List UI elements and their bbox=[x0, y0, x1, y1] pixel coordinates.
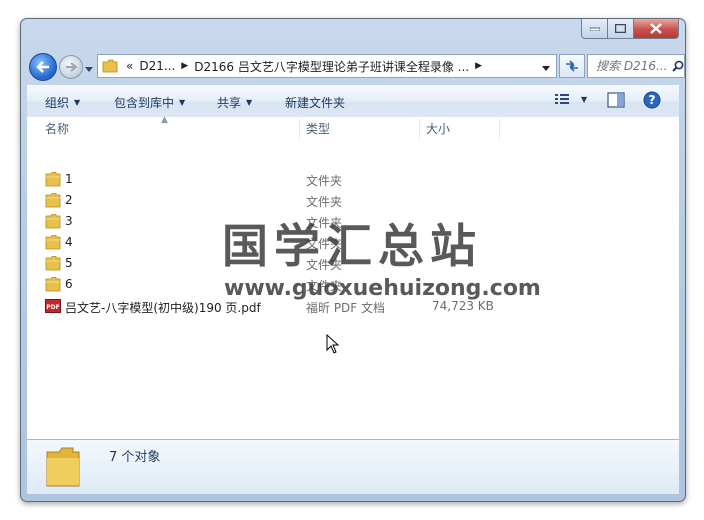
search-input[interactable] bbox=[594, 58, 672, 74]
column-divider[interactable] bbox=[299, 119, 300, 139]
breadcrumb-separator-icon[interactable]: ▶ bbox=[181, 61, 188, 71]
refresh-icon bbox=[566, 60, 578, 72]
file-type: 文件夹 bbox=[306, 279, 343, 293]
include-in-library-menu[interactable]: 包含到库中 ▼ bbox=[114, 94, 185, 111]
preview-pane-button[interactable] bbox=[607, 92, 625, 108]
folder-icon bbox=[45, 172, 61, 187]
item-count: 7 个对象 bbox=[109, 450, 161, 465]
folder-icon bbox=[102, 59, 118, 73]
file-row[interactable]: 5 文件夹 bbox=[27, 253, 679, 274]
sort-ascending-icon: ▲ bbox=[161, 115, 168, 125]
close-icon bbox=[650, 23, 662, 34]
new-folder-button[interactable]: 新建文件夹 bbox=[285, 94, 345, 111]
share-label: 共享 bbox=[217, 96, 242, 110]
search-box[interactable] bbox=[587, 54, 685, 78]
chevron-down-icon bbox=[542, 66, 550, 71]
file-row[interactable]: PDF 吕文艺-八字模型(初中级)190 页.pdf 福昕 PDF 文档 74,… bbox=[27, 296, 679, 317]
breadcrumb-item[interactable]: D2166 吕文艺八字模型理论弟子班讲课全程录像 ... bbox=[194, 58, 469, 75]
refresh-button[interactable] bbox=[559, 54, 585, 78]
column-size[interactable]: 大小 bbox=[426, 117, 450, 141]
help-icon: ? bbox=[643, 91, 661, 109]
address-row: « D21... ▶ D2166 吕文艺八字模型理论弟子班讲课全程录像 ... … bbox=[27, 52, 685, 81]
file-name: 4 bbox=[65, 235, 73, 249]
chevron-down-icon bbox=[85, 67, 93, 72]
organize-label: 组织 bbox=[45, 96, 70, 110]
file-type: 文件夹 bbox=[306, 258, 343, 272]
back-button[interactable] bbox=[29, 53, 57, 81]
view-options-button[interactable]: ▼ bbox=[554, 92, 587, 106]
file-type: 文件夹 bbox=[306, 174, 343, 188]
forward-button[interactable] bbox=[59, 55, 83, 79]
column-type[interactable]: 类型 bbox=[306, 117, 330, 141]
details-pane: 7 个对象 bbox=[27, 439, 679, 494]
file-name: 5 bbox=[65, 256, 73, 270]
caption-buttons bbox=[581, 19, 679, 39]
breadcrumb-overflow[interactable]: « bbox=[126, 59, 133, 73]
svg-text:?: ? bbox=[649, 93, 656, 107]
address-bar[interactable]: « D21... ▶ D2166 吕文艺八字模型理论弟子班讲课全程录像 ... … bbox=[97, 54, 557, 78]
file-row[interactable]: 4 文件夹 bbox=[27, 232, 679, 253]
recent-pages-dropdown[interactable] bbox=[85, 62, 93, 76]
file-row[interactable]: 2 文件夹 bbox=[27, 190, 679, 211]
breadcrumb-separator-icon[interactable]: ▶ bbox=[475, 61, 482, 71]
chevron-down-icon: ▼ bbox=[74, 98, 81, 107]
folder-icon bbox=[46, 447, 80, 487]
file-size: 74,723 KB bbox=[432, 299, 494, 313]
file-row[interactable]: 1 文件夹 bbox=[27, 169, 679, 190]
column-header: ▲ 名称 类型 大小 bbox=[27, 115, 679, 141]
help-button[interactable]: ? bbox=[643, 91, 661, 109]
pdf-icon: PDF bbox=[45, 299, 61, 313]
breadcrumb-item[interactable]: D21... bbox=[139, 59, 175, 73]
explorer-window: « D21... ▶ D2166 吕文艺八字模型理论弟子班讲课全程录像 ... … bbox=[20, 18, 686, 502]
close-button[interactable] bbox=[634, 19, 679, 39]
minimize-icon bbox=[589, 27, 600, 31]
file-name: 6 bbox=[65, 277, 73, 291]
chevron-down-icon: ▼ bbox=[246, 98, 253, 107]
file-type: 文件夹 bbox=[306, 216, 343, 230]
file-row[interactable]: 6 文件夹 bbox=[27, 274, 679, 295]
folder-icon bbox=[45, 193, 61, 208]
svg-text:PDF: PDF bbox=[46, 304, 59, 311]
file-type: 文件夹 bbox=[306, 237, 343, 251]
maximize-button[interactable] bbox=[608, 19, 634, 39]
file-type: 文件夹 bbox=[306, 195, 343, 209]
new-folder-label: 新建文件夹 bbox=[285, 96, 346, 110]
include-in-library-label: 包含到库中 bbox=[114, 96, 175, 110]
folder-icon bbox=[45, 256, 61, 271]
folder-icon bbox=[45, 214, 61, 229]
file-name: 1 bbox=[65, 172, 73, 186]
file-name: 2 bbox=[65, 193, 73, 207]
file-type: 福昕 PDF 文档 bbox=[306, 301, 386, 315]
column-divider[interactable] bbox=[499, 119, 500, 139]
folder-icon bbox=[45, 235, 61, 250]
folder-icon bbox=[45, 277, 61, 292]
file-name: 3 bbox=[65, 214, 73, 228]
chevron-down-icon: ▼ bbox=[581, 94, 588, 104]
preview-pane-icon bbox=[607, 92, 625, 108]
search-icon[interactable] bbox=[672, 60, 684, 72]
column-divider[interactable] bbox=[419, 119, 420, 139]
mouse-cursor-icon bbox=[326, 334, 340, 354]
file-row[interactable]: 3 文件夹 bbox=[27, 211, 679, 232]
file-name: 吕文艺-八字模型(初中级)190 页.pdf bbox=[65, 301, 261, 315]
chevron-down-icon: ▼ bbox=[179, 98, 186, 107]
forward-arrow-icon bbox=[66, 62, 77, 72]
command-bar: 组织 ▼ 包含到库中 ▼ 共享 ▼ 新建文件夹 ▼ ? bbox=[27, 85, 679, 118]
file-list[interactable]: ▲ 名称 类型 大小 1 文件夹 2 文件夹 3 文件夹 4 文件夹 5 文件夹… bbox=[27, 115, 679, 439]
share-menu[interactable]: 共享 ▼ bbox=[217, 94, 252, 111]
back-arrow-icon bbox=[36, 61, 49, 73]
minimize-button[interactable] bbox=[581, 19, 608, 39]
organize-menu[interactable]: 组织 ▼ bbox=[45, 94, 80, 111]
view-list-icon bbox=[555, 94, 569, 104]
maximize-icon bbox=[615, 24, 626, 33]
address-dropdown[interactable] bbox=[542, 61, 550, 75]
column-name[interactable]: 名称 bbox=[45, 117, 69, 141]
